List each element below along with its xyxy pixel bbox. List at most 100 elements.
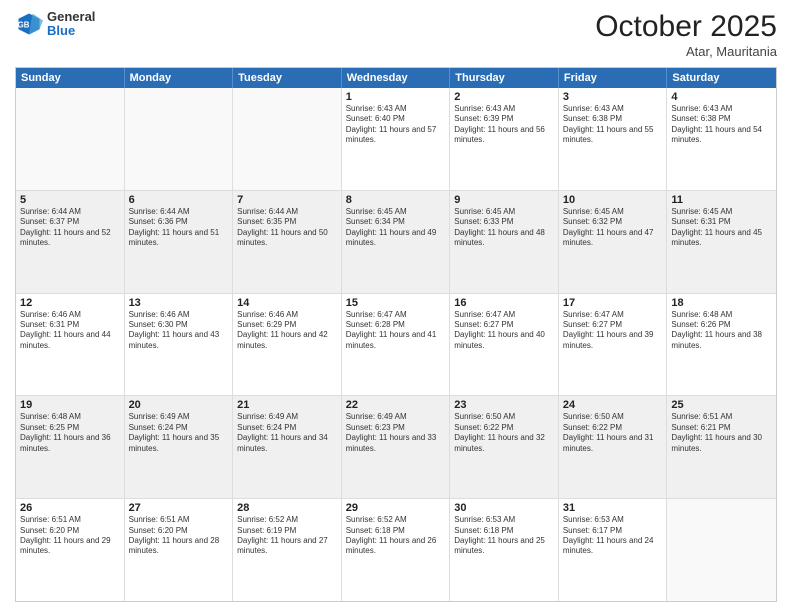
- table-row: 29Sunrise: 6:52 AM Sunset: 6:18 PM Dayli…: [342, 499, 451, 601]
- logo-icon: GB: [15, 10, 43, 38]
- page: GB General Blue October 2025 Atar, Mauri…: [0, 0, 792, 612]
- cal-row-1: 5Sunrise: 6:44 AM Sunset: 6:37 PM Daylig…: [16, 191, 776, 294]
- day-number: 4: [671, 91, 772, 103]
- day-number: 22: [346, 399, 446, 411]
- month-title: October 2025: [595, 10, 777, 44]
- cell-info: Sunrise: 6:44 AM Sunset: 6:35 PM Dayligh…: [237, 207, 337, 249]
- day-number: 13: [129, 297, 229, 309]
- cell-info: Sunrise: 6:47 AM Sunset: 6:27 PM Dayligh…: [454, 310, 554, 352]
- cal-row-3: 19Sunrise: 6:48 AM Sunset: 6:25 PM Dayli…: [16, 396, 776, 499]
- cell-info: Sunrise: 6:47 AM Sunset: 6:27 PM Dayligh…: [563, 310, 663, 352]
- table-row: 18Sunrise: 6:48 AM Sunset: 6:26 PM Dayli…: [667, 294, 776, 396]
- logo-text: General Blue: [47, 10, 95, 39]
- day-number: 12: [20, 297, 120, 309]
- cell-info: Sunrise: 6:48 AM Sunset: 6:25 PM Dayligh…: [20, 412, 120, 454]
- table-row: 24Sunrise: 6:50 AM Sunset: 6:22 PM Dayli…: [559, 396, 668, 498]
- calendar-header: Sunday Monday Tuesday Wednesday Thursday…: [16, 68, 776, 88]
- cal-row-4: 26Sunrise: 6:51 AM Sunset: 6:20 PM Dayli…: [16, 499, 776, 601]
- cell-info: Sunrise: 6:45 AM Sunset: 6:34 PM Dayligh…: [346, 207, 446, 249]
- header-sunday: Sunday: [16, 68, 125, 88]
- cell-info: Sunrise: 6:46 AM Sunset: 6:29 PM Dayligh…: [237, 310, 337, 352]
- day-number: 27: [129, 502, 229, 514]
- cal-row-2: 12Sunrise: 6:46 AM Sunset: 6:31 PM Dayli…: [16, 294, 776, 397]
- header-monday: Monday: [125, 68, 234, 88]
- cell-info: Sunrise: 6:49 AM Sunset: 6:24 PM Dayligh…: [237, 412, 337, 454]
- cell-info: Sunrise: 6:43 AM Sunset: 6:38 PM Dayligh…: [563, 104, 663, 146]
- cell-info: Sunrise: 6:47 AM Sunset: 6:28 PM Dayligh…: [346, 310, 446, 352]
- table-row: 21Sunrise: 6:49 AM Sunset: 6:24 PM Dayli…: [233, 396, 342, 498]
- title-block: October 2025 Atar, Mauritania: [595, 10, 777, 59]
- svg-text:GB: GB: [18, 21, 30, 30]
- day-number: 29: [346, 502, 446, 514]
- cell-info: Sunrise: 6:46 AM Sunset: 6:30 PM Dayligh…: [129, 310, 229, 352]
- location: Atar, Mauritania: [595, 44, 777, 59]
- table-row: [125, 88, 234, 190]
- cell-info: Sunrise: 6:50 AM Sunset: 6:22 PM Dayligh…: [563, 412, 663, 454]
- day-number: 8: [346, 194, 446, 206]
- day-number: 14: [237, 297, 337, 309]
- table-row: 31Sunrise: 6:53 AM Sunset: 6:17 PM Dayli…: [559, 499, 668, 601]
- day-number: 2: [454, 91, 554, 103]
- table-row: 2Sunrise: 6:43 AM Sunset: 6:39 PM Daylig…: [450, 88, 559, 190]
- day-number: 20: [129, 399, 229, 411]
- header: GB General Blue October 2025 Atar, Mauri…: [15, 10, 777, 59]
- cell-info: Sunrise: 6:43 AM Sunset: 6:39 PM Dayligh…: [454, 104, 554, 146]
- logo-blue: Blue: [47, 24, 95, 38]
- table-row: 11Sunrise: 6:45 AM Sunset: 6:31 PM Dayli…: [667, 191, 776, 293]
- day-number: 28: [237, 502, 337, 514]
- cell-info: Sunrise: 6:51 AM Sunset: 6:20 PM Dayligh…: [20, 515, 120, 557]
- table-row: 23Sunrise: 6:50 AM Sunset: 6:22 PM Dayli…: [450, 396, 559, 498]
- calendar: Sunday Monday Tuesday Wednesday Thursday…: [15, 67, 777, 602]
- table-row: 12Sunrise: 6:46 AM Sunset: 6:31 PM Dayli…: [16, 294, 125, 396]
- day-number: 30: [454, 502, 554, 514]
- header-tuesday: Tuesday: [233, 68, 342, 88]
- cell-info: Sunrise: 6:52 AM Sunset: 6:18 PM Dayligh…: [346, 515, 446, 557]
- cell-info: Sunrise: 6:45 AM Sunset: 6:33 PM Dayligh…: [454, 207, 554, 249]
- cell-info: Sunrise: 6:43 AM Sunset: 6:40 PM Dayligh…: [346, 104, 446, 146]
- table-row: 5Sunrise: 6:44 AM Sunset: 6:37 PM Daylig…: [16, 191, 125, 293]
- table-row: 14Sunrise: 6:46 AM Sunset: 6:29 PM Dayli…: [233, 294, 342, 396]
- cell-info: Sunrise: 6:53 AM Sunset: 6:18 PM Dayligh…: [454, 515, 554, 557]
- table-row: [667, 499, 776, 601]
- calendar-body: 1Sunrise: 6:43 AM Sunset: 6:40 PM Daylig…: [16, 88, 776, 601]
- cell-info: Sunrise: 6:52 AM Sunset: 6:19 PM Dayligh…: [237, 515, 337, 557]
- cell-info: Sunrise: 6:43 AM Sunset: 6:38 PM Dayligh…: [671, 104, 772, 146]
- table-row: 16Sunrise: 6:47 AM Sunset: 6:27 PM Dayli…: [450, 294, 559, 396]
- cell-info: Sunrise: 6:49 AM Sunset: 6:24 PM Dayligh…: [129, 412, 229, 454]
- table-row: 1Sunrise: 6:43 AM Sunset: 6:40 PM Daylig…: [342, 88, 451, 190]
- table-row: [233, 88, 342, 190]
- day-number: 15: [346, 297, 446, 309]
- table-row: 9Sunrise: 6:45 AM Sunset: 6:33 PM Daylig…: [450, 191, 559, 293]
- logo: GB General Blue: [15, 10, 95, 39]
- day-number: 3: [563, 91, 663, 103]
- table-row: 28Sunrise: 6:52 AM Sunset: 6:19 PM Dayli…: [233, 499, 342, 601]
- day-number: 18: [671, 297, 772, 309]
- day-number: 7: [237, 194, 337, 206]
- table-row: 22Sunrise: 6:49 AM Sunset: 6:23 PM Dayli…: [342, 396, 451, 498]
- table-row: 27Sunrise: 6:51 AM Sunset: 6:20 PM Dayli…: [125, 499, 234, 601]
- table-row: 10Sunrise: 6:45 AM Sunset: 6:32 PM Dayli…: [559, 191, 668, 293]
- day-number: 5: [20, 194, 120, 206]
- table-row: 13Sunrise: 6:46 AM Sunset: 6:30 PM Dayli…: [125, 294, 234, 396]
- day-number: 6: [129, 194, 229, 206]
- logo-general: General: [47, 10, 95, 24]
- table-row: 4Sunrise: 6:43 AM Sunset: 6:38 PM Daylig…: [667, 88, 776, 190]
- cell-info: Sunrise: 6:49 AM Sunset: 6:23 PM Dayligh…: [346, 412, 446, 454]
- cell-info: Sunrise: 6:48 AM Sunset: 6:26 PM Dayligh…: [671, 310, 772, 352]
- day-number: 23: [454, 399, 554, 411]
- day-number: 19: [20, 399, 120, 411]
- day-number: 9: [454, 194, 554, 206]
- table-row: 17Sunrise: 6:47 AM Sunset: 6:27 PM Dayli…: [559, 294, 668, 396]
- table-row: 30Sunrise: 6:53 AM Sunset: 6:18 PM Dayli…: [450, 499, 559, 601]
- table-row: [16, 88, 125, 190]
- cell-info: Sunrise: 6:53 AM Sunset: 6:17 PM Dayligh…: [563, 515, 663, 557]
- day-number: 1: [346, 91, 446, 103]
- header-saturday: Saturday: [667, 68, 776, 88]
- day-number: 10: [563, 194, 663, 206]
- table-row: 25Sunrise: 6:51 AM Sunset: 6:21 PM Dayli…: [667, 396, 776, 498]
- day-number: 24: [563, 399, 663, 411]
- day-number: 17: [563, 297, 663, 309]
- table-row: 7Sunrise: 6:44 AM Sunset: 6:35 PM Daylig…: [233, 191, 342, 293]
- cell-info: Sunrise: 6:44 AM Sunset: 6:36 PM Dayligh…: [129, 207, 229, 249]
- day-number: 16: [454, 297, 554, 309]
